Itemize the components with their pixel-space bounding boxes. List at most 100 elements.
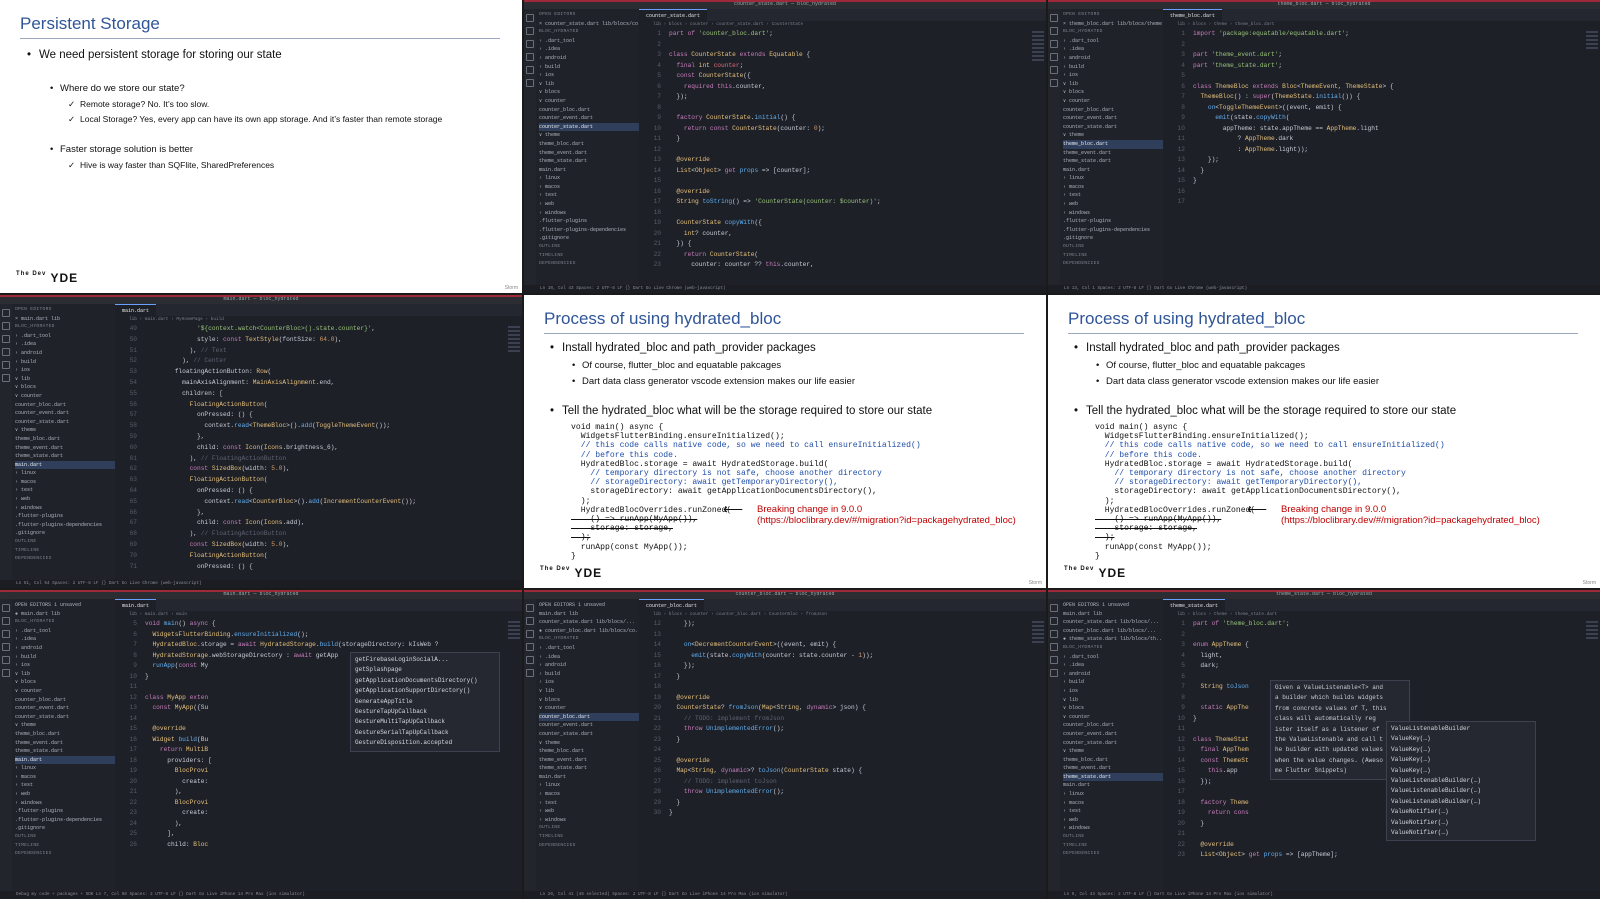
explorer-item[interactable]: ● main.dart lib xyxy=(15,610,115,619)
explorer-item[interactable]: › windows xyxy=(1063,209,1163,218)
autocomplete-item[interactable]: ValueKey(…) xyxy=(1391,734,1531,744)
code-line[interactable]: 7 ThemeBloc() : super(ThemeState.initial… xyxy=(1163,92,1584,103)
activity-bar[interactable] xyxy=(524,599,536,891)
explorer-sidebar[interactable]: OPEN EDITORS × main.dart lib BLOC_HYDRATED… xyxy=(12,304,115,580)
explorer-item[interactable]: × counter_state.dart lib/blocs/co... xyxy=(539,20,639,29)
code-line[interactable]: 15} xyxy=(1163,176,1584,187)
explorer-section-header[interactable]: OUTLINE xyxy=(15,538,115,547)
explorer-item[interactable]: theme_bloc.dart xyxy=(1063,139,1163,149)
code-line[interactable]: 12 }); xyxy=(639,619,1030,630)
explorer-item[interactable]: .flutter-plugins xyxy=(15,512,115,521)
explorer-item[interactable]: › web xyxy=(1063,816,1163,825)
code-line[interactable]: 13 @override xyxy=(639,155,1030,166)
autocomplete-item[interactable]: GestureSerialTapUpCallback xyxy=(355,728,495,738)
breadcrumb[interactable]: lib › blocs › theme › theme_state.dart xyxy=(1163,611,1600,619)
code-line[interactable]: 14 List<Object> get props => [counter]; xyxy=(639,166,1030,177)
tab-active[interactable]: main.dart xyxy=(115,599,157,611)
explorer-item[interactable]: main.dart lib xyxy=(1063,610,1163,619)
minimap[interactable] xyxy=(1032,619,1044,891)
code-line[interactable]: 16 @override xyxy=(639,187,1030,198)
code-line[interactable]: 70 FloatingActionButton( xyxy=(115,551,506,562)
minimap[interactable] xyxy=(1032,29,1044,285)
code-line[interactable]: 3 part 'theme_event.dart'; xyxy=(1163,50,1584,61)
explorer-item[interactable]: .flutter-plugins xyxy=(1063,217,1163,226)
explorer-item[interactable]: counter_state.dart xyxy=(15,713,115,722)
autocomplete-item[interactable]: GenerateAppTitle xyxy=(355,697,495,707)
explorer-item[interactable]: › .idea xyxy=(1063,661,1163,670)
explorer-item[interactable]: › test xyxy=(539,191,639,200)
explorer-item[interactable]: › test xyxy=(1063,191,1163,200)
explorer-item[interactable]: .gitignore xyxy=(1063,234,1163,243)
explorer-item[interactable]: › .dart_tool xyxy=(1063,37,1163,46)
autocomplete-item[interactable]: getApplicationSupportDirectory() xyxy=(355,686,495,696)
code-line[interactable]: 71 onPressed: () { xyxy=(115,562,506,573)
code-line[interactable]: 50 style: const TextStyle(fontSize: 64.0… xyxy=(115,335,506,346)
code-line[interactable]: 23 create: xyxy=(115,808,506,819)
explorer-item[interactable]: ∨ counter xyxy=(539,97,639,106)
code-line[interactable]: 6 class ThemeBloc extends Bloc<ThemeEvent… xyxy=(1163,82,1584,93)
explorer-item[interactable]: ∨ blocs xyxy=(1063,88,1163,97)
explorer-item[interactable]: ∨ counter xyxy=(1063,713,1163,722)
code-line[interactable]: 19 CounterState copyWith({ xyxy=(639,218,1030,229)
code-line[interactable]: 58 context.read<ThemeBloc>().add(ToggleT… xyxy=(115,421,506,432)
explorer-item[interactable]: ∨ blocs xyxy=(1063,704,1163,713)
explorer-item[interactable]: ∨ blocs xyxy=(539,88,639,97)
explorer-item[interactable]: counter_event.dart xyxy=(539,114,639,123)
autocomplete-item[interactable]: ValueListenableBuilder(…) xyxy=(1391,776,1531,786)
explorer-item[interactable]: theme_bloc.dart xyxy=(539,747,639,756)
explorer-item[interactable]: › .idea xyxy=(539,653,639,662)
code-line[interactable]: 22 return CounterState( xyxy=(639,250,1030,261)
explorer-item[interactable]: › macos xyxy=(539,183,639,192)
explorer-item[interactable]: › web xyxy=(539,200,639,209)
explorer-item[interactable]: › .idea xyxy=(15,635,115,644)
minimap[interactable] xyxy=(1586,619,1598,891)
breadcrumb[interactable]: lib › main.dart › main xyxy=(115,611,522,619)
explorer-item[interactable]: ∨ theme xyxy=(1063,131,1163,140)
explorer-section-header[interactable]: OPEN EDITORS 1 unsaved xyxy=(539,601,639,610)
autocomplete-item[interactable]: ValueKey(…) xyxy=(1391,766,1531,776)
explorer-item[interactable]: theme_bloc.dart xyxy=(15,435,115,444)
autocomplete-item[interactable]: getSplashpage xyxy=(355,665,495,675)
explorer-item[interactable]: theme_state.dart xyxy=(1063,157,1163,166)
autocomplete-item[interactable]: ValueListenableBuilder(…) xyxy=(1391,786,1531,796)
explorer-item[interactable]: › build xyxy=(15,358,115,367)
code-line[interactable]: 1 part of 'counter_bloc.dart'; xyxy=(639,29,1030,40)
code-area[interactable]: 1 import 'package:equatable/equatable.dar… xyxy=(1163,29,1584,285)
autocomplete-item[interactable]: ValueListenableBuilder(…) xyxy=(1391,797,1531,807)
code-area[interactable]: 1 part of 'counter_bloc.dart'; 2​3 class Co… xyxy=(639,29,1030,285)
tab-active[interactable]: theme_state.dart xyxy=(1163,599,1226,611)
explorer-section-header[interactable]: BLOC_HYDRATED xyxy=(539,635,639,644)
explorer-item[interactable]: ∨ lib xyxy=(1063,696,1163,705)
explorer-item[interactable]: ● counter_bloc.dart lib/blocs/co... xyxy=(539,627,639,636)
code-area[interactable]: 49 '${context.watch<CounterBloc>().state… xyxy=(115,324,506,580)
code-line[interactable]: 7 }); xyxy=(639,92,1030,103)
code-line[interactable]: 7 HydratedBloc.storage = await HydratedS… xyxy=(115,640,506,651)
code-line[interactable]: 13 }); xyxy=(1163,155,1584,166)
code-line[interactable]: 27 // TODO: implement toJson xyxy=(639,777,1030,788)
code-line[interactable]: 59 }, xyxy=(115,432,506,443)
editor-tabs[interactable]: counter_state.dart xyxy=(639,9,1046,21)
code-line[interactable]: 23 List<Object> get props => [appTheme]; xyxy=(1163,850,1584,861)
editor-tabs[interactable]: main.dart xyxy=(115,599,522,611)
code-line[interactable]: 52 ), // Center xyxy=(115,356,506,367)
explorer-item[interactable]: › macos xyxy=(1063,183,1163,192)
code-line[interactable]: 6 WidgetsFlutterBinding.ensureInitialize… xyxy=(115,630,506,641)
tab-active[interactable]: main.dart xyxy=(115,304,157,316)
editor-tabs[interactable]: theme_bloc.dart xyxy=(1163,9,1600,21)
explorer-item[interactable]: counter_state.dart xyxy=(539,730,639,739)
explorer-item[interactable]: counter_event.dart xyxy=(539,721,639,730)
code-line[interactable]: 4 light, xyxy=(1163,651,1584,662)
explorer-section-header[interactable]: DEPENDENCIES xyxy=(539,260,639,269)
explorer-item[interactable]: main.dart xyxy=(15,460,115,470)
explorer-item[interactable]: › linux xyxy=(539,781,639,790)
explorer-item[interactable]: › linux xyxy=(15,764,115,773)
explorer-item[interactable]: › web xyxy=(539,807,639,816)
explorer-section-header[interactable]: OPEN EDITORS xyxy=(539,11,639,20)
explorer-item[interactable]: theme_state.dart xyxy=(15,452,115,461)
explorer-section-header[interactable]: DEPENDENCIES xyxy=(539,842,639,851)
status-bar[interactable]: Debug my code + packages + SDK Ln 7, Col… xyxy=(0,891,522,899)
explorer-item[interactable]: ∨ theme xyxy=(539,739,639,748)
code-line[interactable]: 8​ xyxy=(639,103,1030,114)
explorer-section-header[interactable]: TIMELINE xyxy=(539,252,639,261)
code-line[interactable]: 1 import 'package:equatable/equatable.dar… xyxy=(1163,29,1584,40)
